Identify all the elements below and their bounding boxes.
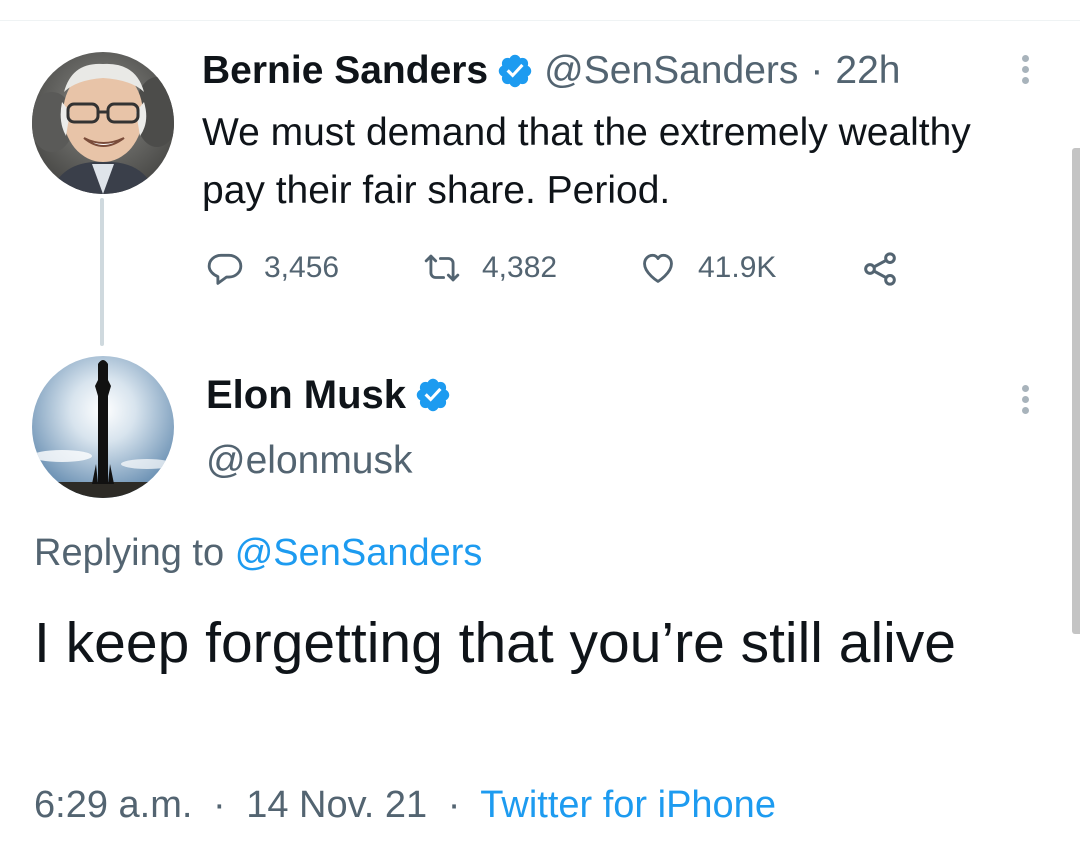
verified-badge-icon bbox=[414, 376, 452, 414]
replying-to-line: Replying to @SenSanders bbox=[34, 528, 482, 578]
scrollbar[interactable] bbox=[1072, 148, 1080, 634]
share-button[interactable] bbox=[860, 249, 900, 289]
reply-button[interactable]: 3,456 bbox=[206, 249, 339, 287]
top-divider bbox=[0, 20, 1080, 21]
tweet-source-link[interactable]: Twitter for iPhone bbox=[480, 784, 776, 826]
parent-display-name[interactable]: Bernie Sanders bbox=[202, 46, 488, 96]
reply-display-name[interactable]: Elon Musk bbox=[206, 370, 406, 420]
avatar-elon[interactable] bbox=[32, 356, 174, 498]
reply-icon bbox=[206, 249, 244, 287]
parent-tweet-text: We must demand that the extremely wealth… bbox=[202, 111, 971, 212]
meta-separator: · bbox=[212, 784, 226, 826]
thread-connector-line bbox=[100, 198, 104, 346]
like-button[interactable]: 41.9K bbox=[638, 249, 776, 287]
avatar-bernie[interactable] bbox=[32, 52, 174, 194]
retweet-button[interactable]: 4,382 bbox=[422, 249, 557, 287]
tweet-actions-bar: 3,456 4,382 41.9K bbox=[206, 249, 926, 293]
heart-icon bbox=[638, 249, 678, 287]
replying-to-label: Replying to bbox=[34, 532, 225, 574]
tweet-metadata: 6:29 a.m. · 14 Nov. 21 · Twitter for iPh… bbox=[34, 780, 776, 830]
parent-timestamp[interactable]: 22h bbox=[835, 46, 900, 96]
reply-count: 3,456 bbox=[264, 251, 340, 284]
tweet-date[interactable]: 14 Nov. 21 bbox=[246, 784, 427, 826]
tweet-time[interactable]: 6:29 a.m. bbox=[34, 784, 192, 826]
parent-tweet-header: Bernie Sanders @SenSanders · 22h bbox=[202, 46, 900, 96]
header-separator: · bbox=[810, 49, 824, 92]
more-icon[interactable] bbox=[1018, 385, 1032, 418]
parent-handle[interactable]: @SenSanders bbox=[544, 46, 798, 96]
replying-to-mention[interactable]: @SenSanders bbox=[235, 532, 483, 574]
more-icon[interactable] bbox=[1018, 55, 1032, 88]
reply-handle[interactable]: @elonmusk bbox=[206, 436, 413, 486]
retweet-count: 4,382 bbox=[482, 251, 558, 284]
verified-badge-icon bbox=[496, 52, 534, 90]
reply-tweet-text: I keep forgetting that you’re still aliv… bbox=[34, 611, 956, 675]
like-count: 41.9K bbox=[698, 251, 777, 284]
meta-separator: · bbox=[447, 784, 461, 826]
share-icon bbox=[860, 249, 900, 289]
retweet-icon bbox=[422, 249, 462, 287]
reply-author-name-row: Elon Musk bbox=[206, 370, 462, 420]
